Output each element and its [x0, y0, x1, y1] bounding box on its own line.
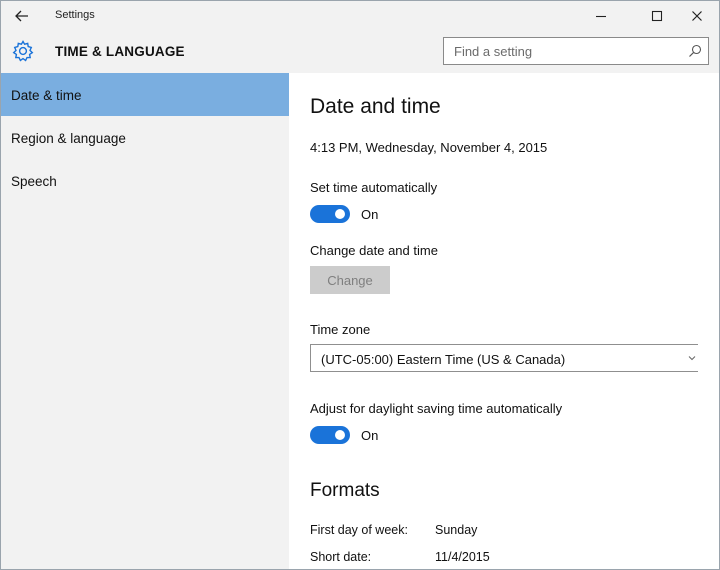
maximize-icon	[651, 10, 663, 22]
time-zone-dropdown[interactable]: (UTC-05:00) Eastern Time (US & Canada)	[310, 344, 698, 372]
daylight-toggle[interactable]	[310, 426, 350, 444]
format-row-first-day: First day of week: Sunday	[310, 523, 477, 537]
current-datetime: 4:13 PM, Wednesday, November 4, 2015	[310, 140, 548, 155]
sidebar-item-date-time[interactable]: Date & time	[1, 73, 289, 116]
set-time-auto-state: On	[361, 206, 379, 222]
sidebar-item-label: Date & time	[11, 88, 82, 103]
page-title: TIME & LANGUAGE	[55, 44, 185, 59]
main-content: Date and time 4:13 PM, Wednesday, Novemb…	[289, 73, 719, 569]
section-heading-date-time: Date and time	[310, 95, 441, 118]
toggle-knob	[335, 209, 345, 219]
daylight-state: On	[361, 427, 379, 443]
settings-window: Settings TIME & LANGUAGE Find a setting …	[0, 0, 720, 570]
gear-icon	[12, 40, 34, 62]
sidebar-item-label: Speech	[11, 174, 57, 189]
set-time-auto-label: Set time automatically	[310, 180, 438, 195]
time-zone-label: Time zone	[310, 322, 371, 337]
window-title: Settings	[55, 9, 95, 21]
time-zone-value: (UTC-05:00) Eastern Time (US & Canada)	[321, 352, 566, 367]
format-value: 11/4/2015	[435, 550, 490, 564]
page-header: TIME & LANGUAGE	[1, 31, 719, 73]
format-value: Sunday	[435, 523, 478, 537]
search-input[interactable]	[444, 38, 690, 64]
minimize-icon	[596, 15, 606, 18]
sidebar-item-speech[interactable]: Speech	[1, 159, 289, 202]
search-box[interactable]	[443, 37, 709, 65]
change-datetime-label: Change date and time	[310, 243, 438, 258]
toggle-knob	[335, 430, 345, 440]
sidebar-item-label: Region & language	[11, 131, 126, 146]
close-button[interactable]	[679, 3, 715, 29]
format-row-short-date: Short date: 11/4/2015	[310, 550, 490, 564]
daylight-label: Adjust for daylight saving time automati…	[310, 401, 563, 416]
close-icon	[692, 11, 702, 21]
title-bar: Settings	[1, 1, 719, 31]
format-key: Short date:	[310, 550, 372, 564]
set-time-auto-row: On	[310, 205, 378, 223]
set-time-auto-toggle[interactable]	[310, 205, 350, 223]
format-key: First day of week:	[310, 523, 408, 537]
sidebar-item-region-language[interactable]: Region & language	[1, 116, 289, 159]
minimize-button[interactable]	[583, 3, 619, 29]
maximize-button[interactable]	[639, 3, 675, 29]
sidebar: Date & time Region & language Speech	[1, 73, 289, 569]
arrow-left-icon	[15, 10, 28, 22]
section-heading-formats: Formats	[310, 480, 380, 501]
chevron-down-icon	[688, 356, 696, 361]
search-icon[interactable]	[688, 44, 702, 58]
back-button[interactable]	[9, 5, 35, 27]
change-button[interactable]: Change	[310, 266, 390, 294]
daylight-row: On	[310, 426, 378, 444]
